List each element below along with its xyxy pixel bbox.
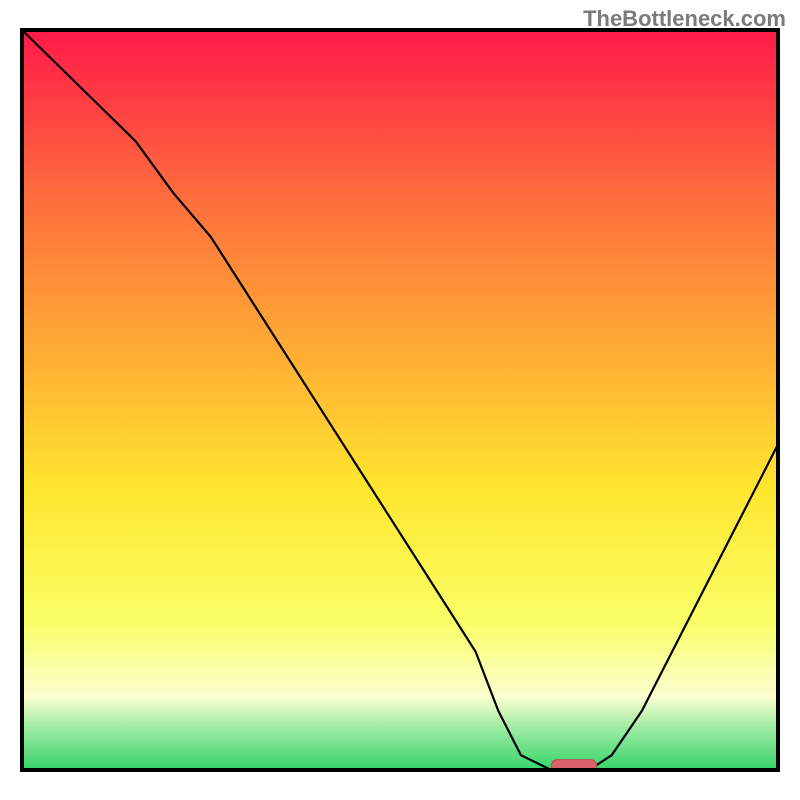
bottleneck-chart: [0, 0, 800, 800]
chart-container: TheBottleneck.com: [0, 0, 800, 800]
plot-area: [22, 30, 778, 771]
watermark-text: TheBottleneck.com: [583, 6, 786, 32]
